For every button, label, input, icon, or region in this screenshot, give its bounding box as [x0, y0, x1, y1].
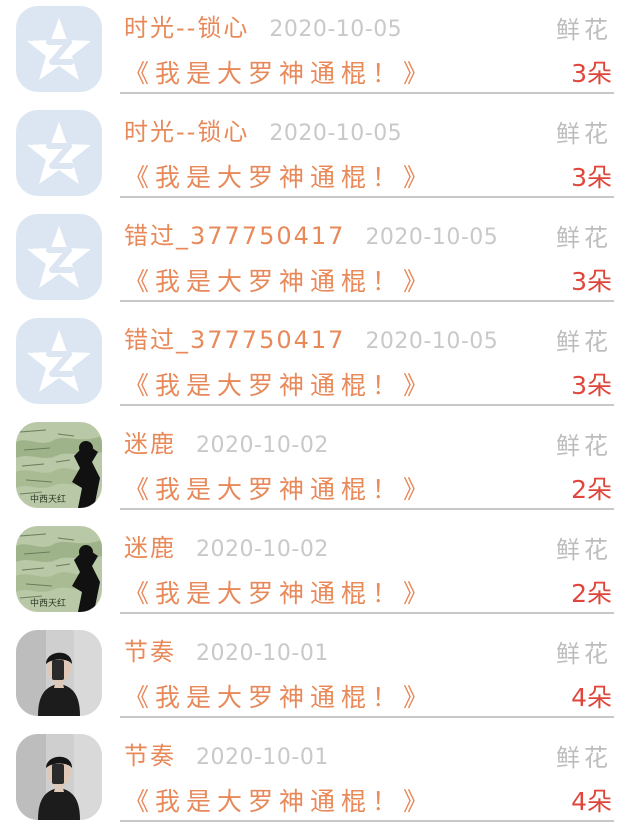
gift-count: 2朵 — [571, 475, 612, 504]
gift-type: 鲜花 — [556, 744, 612, 772]
gift-date: 2020-10-05 — [269, 121, 403, 146]
gift-record-row[interactable]: 节奏 2020-10-01 鲜花 《我是大罗神通棍！》 4朵 — [0, 728, 640, 832]
row-divider — [120, 196, 614, 198]
gift-record-list: 时光--锁心 2020-10-05 鲜花 《我是大罗神通棍！》 3朵 时光--锁心… — [0, 0, 640, 829]
svg-text:中西天红: 中西天红 — [30, 493, 66, 505]
user-name[interactable]: 节奏 2020-10-01 — [124, 632, 329, 667]
row-divider — [120, 300, 614, 302]
gift-type: 鲜花 — [556, 536, 612, 564]
gift-type: 鲜花 — [556, 16, 612, 44]
gift-type: 鲜花 — [556, 224, 612, 252]
book-title[interactable]: 《我是大罗神通棍！》 — [124, 158, 434, 194]
gift-date: 2020-10-02 — [196, 433, 329, 458]
gift-date: 2020-10-02 — [196, 537, 329, 562]
row-divider — [120, 612, 614, 614]
mirror-selfie-avatar-icon[interactable] — [16, 630, 102, 716]
gift-count: 2朵 — [571, 579, 612, 608]
row-divider — [120, 508, 614, 510]
gift-date: 2020-10-05 — [365, 225, 499, 250]
gift-count: 4朵 — [571, 683, 612, 712]
user-name[interactable]: 迷鹿 2020-10-02 — [124, 528, 329, 563]
qzone-star-avatar-icon[interactable] — [16, 110, 102, 196]
gift-type: 鲜花 — [556, 432, 612, 460]
qzone-star-avatar-icon[interactable] — [16, 318, 102, 404]
row-divider — [120, 820, 614, 822]
gift-date: 2020-10-01 — [196, 745, 329, 770]
gift-count: 3朵 — [571, 163, 612, 192]
gift-type: 鲜花 — [556, 640, 612, 668]
gift-type: 鲜花 — [556, 328, 612, 356]
book-title[interactable]: 《我是大罗神通棍！》 — [124, 574, 434, 610]
book-title[interactable]: 《我是大罗神通棍！》 — [124, 54, 434, 90]
gift-record-row[interactable]: 时光--锁心 2020-10-05 鲜花 《我是大罗神通棍！》 3朵 — [0, 104, 640, 208]
gift-type: 鲜花 — [556, 120, 612, 148]
user-name[interactable]: 时光--锁心 2020-10-05 — [124, 112, 402, 147]
gift-record-row[interactable]: 错过_377750417 2020-10-05 鲜花 《我是大罗神通棍！》 3朵 — [0, 312, 640, 416]
gift-count: 3朵 — [571, 59, 612, 88]
row-divider — [120, 404, 614, 406]
row-divider — [120, 92, 614, 94]
user-name[interactable]: 节奏 2020-10-01 — [124, 736, 329, 771]
book-title[interactable]: 《我是大罗神通棍！》 — [124, 678, 434, 714]
mirror-selfie-avatar-icon[interactable] — [16, 734, 102, 820]
gift-count: 3朵 — [571, 267, 612, 296]
user-name[interactable]: 错过_377750417 2020-10-05 — [124, 216, 498, 251]
gift-count: 4朵 — [571, 787, 612, 816]
gift-date: 2020-10-05 — [365, 329, 499, 354]
book-title[interactable]: 《我是大罗神通棍！》 — [124, 782, 434, 818]
gift-record-row[interactable]: 错过_377750417 2020-10-05 鲜花 《我是大罗神通棍！》 3朵 — [0, 208, 640, 312]
gift-record-row[interactable]: 中西天红 迷鹿 2020-10-02 鲜花 《我是大罗神通棍！》 2朵 — [0, 520, 640, 624]
gift-count: 3朵 — [571, 371, 612, 400]
user-name[interactable]: 时光--锁心 2020-10-05 — [124, 8, 402, 43]
gift-record-row[interactable]: 中西天红 迷鹿 2020-10-02 鲜花 《我是大罗神通棍！》 2朵 — [0, 416, 640, 520]
book-title[interactable]: 《我是大罗神通棍！》 — [124, 366, 434, 402]
book-title[interactable]: 《我是大罗神通棍！》 — [124, 262, 434, 298]
map-silhouette-avatar-icon[interactable]: 中西天红 — [16, 422, 102, 508]
map-silhouette-avatar-icon[interactable]: 中西天红 — [16, 526, 102, 612]
svg-text:中西天红: 中西天红 — [30, 597, 66, 609]
user-name[interactable]: 错过_377750417 2020-10-05 — [124, 320, 498, 355]
user-name[interactable]: 迷鹿 2020-10-02 — [124, 424, 329, 459]
row-divider — [120, 716, 614, 718]
qzone-star-avatar-icon[interactable] — [16, 6, 102, 92]
gift-date: 2020-10-01 — [196, 641, 329, 666]
gift-date: 2020-10-05 — [269, 17, 403, 42]
gift-record-row[interactable]: 节奏 2020-10-01 鲜花 《我是大罗神通棍！》 4朵 — [0, 624, 640, 728]
gift-record-row[interactable]: 时光--锁心 2020-10-05 鲜花 《我是大罗神通棍！》 3朵 — [0, 0, 640, 104]
book-title[interactable]: 《我是大罗神通棍！》 — [124, 470, 434, 506]
qzone-star-avatar-icon[interactable] — [16, 214, 102, 300]
